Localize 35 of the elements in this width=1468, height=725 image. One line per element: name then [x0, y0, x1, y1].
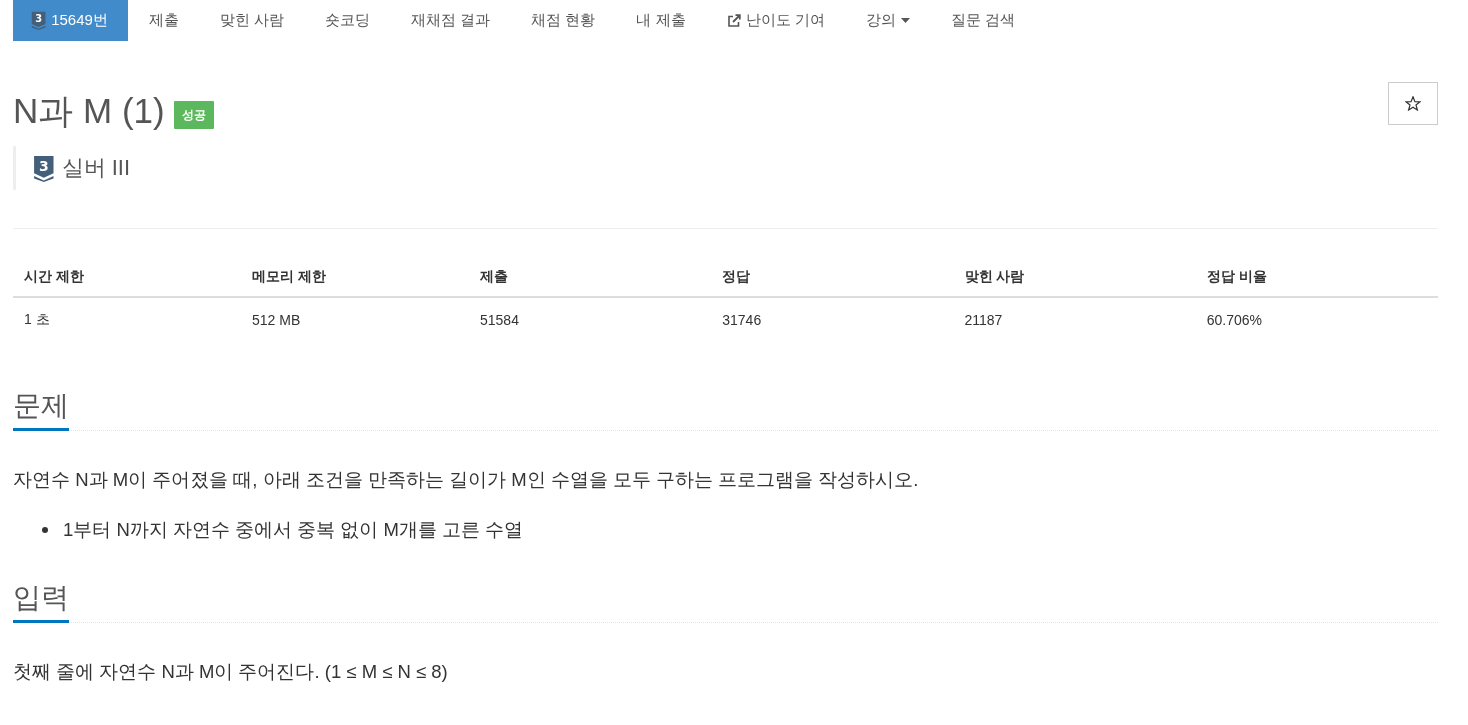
problem-paragraph: 자연수 N과 M이 주어졌을 때, 아래 조건을 만족하는 길이가 M인 수열을 모두 구하는 프로그램을 작성하시오.: [13, 468, 920, 492]
nav-tab[interactable]: 숏코딩: [304, 0, 391, 41]
nav-tab[interactable]: 3 15649번: [13, 0, 128, 41]
nav-tab[interactable]: 질문 검색: [929, 0, 1035, 41]
problem-paragraph: 첫째 줄에 자연수 N과 M이 주어진다. (1 ≤ M ≤ N ≤ 8): [13, 660, 449, 684]
column-header: 정답 비율: [1195, 258, 1438, 297]
table-cell: 51584: [469, 297, 712, 341]
table-cell: 21187: [953, 297, 1196, 341]
column-header: 정답: [711, 258, 954, 297]
table-cell: 512 MB: [241, 297, 469, 341]
tier-name: 실버 III: [61, 154, 131, 182]
section-heading: 입력: [13, 580, 69, 623]
column-header: 메모리 제한: [241, 258, 469, 297]
list-item-text: 1부터 N까지 자연수 중에서 중복 없이 M개를 고른 수열: [63, 518, 524, 542]
column-header: 제출: [469, 258, 712, 297]
external-link-icon: [726, 13, 741, 28]
table-cell: 1 초: [13, 297, 241, 341]
nav-tab[interactable]: 내 제출: [615, 0, 706, 41]
bullet-icon: [42, 527, 48, 533]
section-heading: 문제: [13, 388, 69, 431]
caret-icon: [900, 18, 910, 23]
nav-tab[interactable]: 제출: [127, 0, 199, 41]
column-header: 시간 제한: [13, 258, 241, 297]
result-badge: 성공: [173, 101, 214, 129]
tier-badge-icon: 3: [31, 11, 47, 30]
nav-tab[interactable]: 난이도 기여: [705, 0, 845, 41]
nav-tab[interactable]: 채점 현황: [510, 0, 616, 41]
column-header: 맞힌 사람: [953, 258, 1196, 297]
nav-tab[interactable]: 맞힌 사람: [198, 0, 305, 41]
problem-title: N과 M (1): [13, 90, 165, 132]
table-cell: 31746: [711, 297, 954, 341]
nav-tab[interactable]: 재채점 결과: [390, 0, 511, 41]
nav-tab[interactable]: 강의: [844, 0, 930, 41]
favorite-button[interactable]: [1388, 82, 1438, 125]
table-cell: 60.706%: [1195, 297, 1438, 341]
